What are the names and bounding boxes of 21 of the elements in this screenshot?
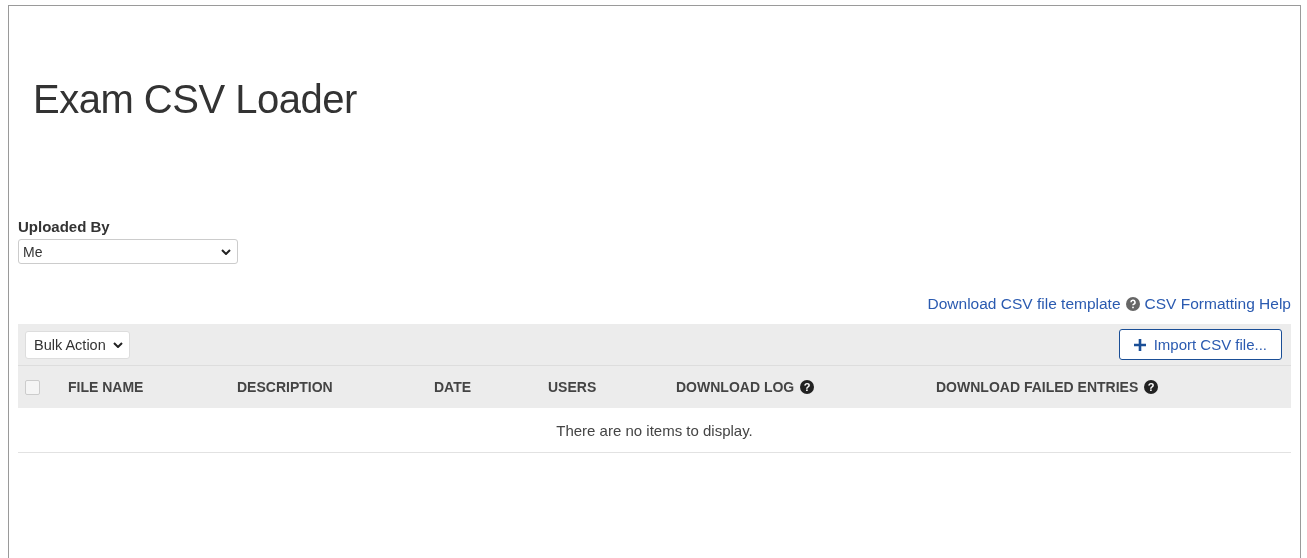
column-header: FILE NAME bbox=[68, 379, 144, 395]
column-header: DOWNLOAD FAILED ENTRIES bbox=[936, 379, 1139, 395]
uploaded-by-dropdown[interactable]: Me bbox=[18, 239, 238, 264]
column-header: DATE bbox=[434, 379, 472, 395]
help-icon[interactable]: ? bbox=[1144, 380, 1159, 394]
column-header: DOWNLOAD LOG bbox=[676, 379, 795, 395]
chevron-down-icon bbox=[221, 248, 231, 255]
help-icon[interactable] bbox=[1125, 297, 1140, 311]
empty-message: There are no items to display. bbox=[556, 421, 753, 439]
field-label: Uploaded By bbox=[18, 218, 110, 235]
help-icon[interactable]: ? bbox=[800, 380, 815, 394]
select-all-checkbox[interactable] bbox=[25, 379, 40, 395]
plus-icon bbox=[1133, 338, 1146, 351]
formatting-help-link[interactable]: CSV Formatting Help bbox=[1144, 295, 1291, 313]
chevron-down-icon bbox=[112, 341, 123, 348]
column-header: DESCRIPTION bbox=[237, 379, 333, 395]
column-header: USERS bbox=[548, 379, 597, 395]
bulk-action-dropdown[interactable]: Bulk Action bbox=[25, 330, 130, 359]
download-template-link[interactable]: Download CSV file template bbox=[927, 295, 1121, 313]
import-button[interactable]: Import CSV file... bbox=[1118, 329, 1282, 360]
page-title: Exam CSV Loader bbox=[33, 76, 358, 122]
